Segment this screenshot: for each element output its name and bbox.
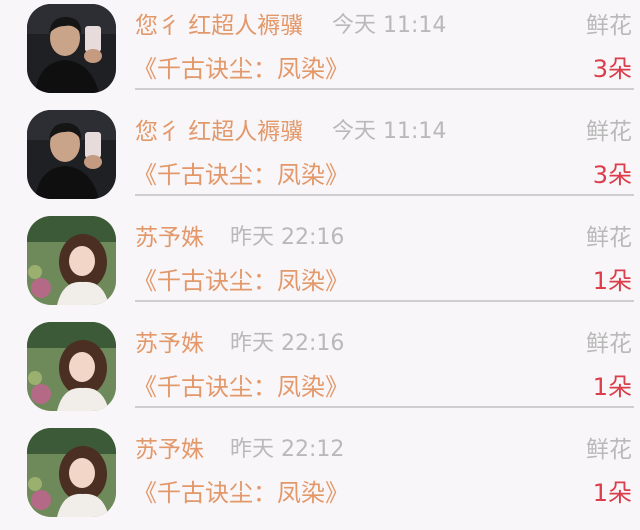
avatar[interactable] xyxy=(27,428,116,517)
send-time: 昨天 22:12 xyxy=(230,437,345,462)
gift-count: 3朵 xyxy=(592,55,632,83)
gift-count: 3朵 xyxy=(592,161,632,189)
send-time: 今天 11:14 xyxy=(332,13,447,38)
woman-avatar-icon xyxy=(27,322,116,411)
book-title: 《千古诀尘：凤染》 xyxy=(133,267,349,295)
book-title: 《千古诀尘：凤染》 xyxy=(133,55,349,83)
avatar[interactable] xyxy=(27,322,116,411)
avatar[interactable] xyxy=(27,216,116,305)
sender-name: 苏予姝 xyxy=(135,225,204,251)
book-title: 《千古诀尘：凤染》 xyxy=(133,373,349,401)
gift-name: 鲜花 xyxy=(586,225,632,251)
man-avatar-icon xyxy=(27,4,116,93)
sender-name: 您彳 红超人褥骥 xyxy=(135,13,304,39)
send-time: 昨天 22:16 xyxy=(230,225,345,250)
list-item[interactable]: 苏予姝 昨天 22:12 鲜花 《千古诀尘：凤染》 1朵 xyxy=(0,424,640,530)
woman-avatar-icon xyxy=(27,216,116,305)
gift-name: 鲜花 xyxy=(586,119,632,145)
gift-name: 鲜花 xyxy=(586,13,632,39)
send-time: 今天 11:14 xyxy=(332,119,447,144)
gift-count: 1朵 xyxy=(592,267,632,295)
avatar[interactable] xyxy=(27,110,116,199)
divider xyxy=(135,194,634,196)
divider xyxy=(135,88,634,90)
sender-name: 您彳 红超人褥骥 xyxy=(135,119,304,145)
list-item[interactable]: 苏予姝 昨天 22:16 鲜花 《千古诀尘：凤染》 1朵 xyxy=(0,318,640,424)
list-item[interactable]: 您彳 红超人褥骥 今天 11:14 鲜花 《千古诀尘：凤染》 3朵 xyxy=(0,106,640,212)
woman-avatar-icon xyxy=(27,428,116,517)
man-avatar-icon xyxy=(27,110,116,199)
send-time: 昨天 22:16 xyxy=(230,331,345,356)
avatar[interactable] xyxy=(27,4,116,93)
sender-name: 苏予姝 xyxy=(135,331,204,357)
gift-name: 鲜花 xyxy=(586,331,632,357)
gift-record-list: 您彳 红超人褥骥 今天 11:14 鲜花 《千古诀尘：凤染》 3朵 您彳 红超人… xyxy=(0,0,640,517)
gift-count: 1朵 xyxy=(592,479,632,507)
gift-name: 鲜花 xyxy=(586,437,632,463)
book-title: 《千古诀尘：凤染》 xyxy=(133,479,349,507)
gift-count: 1朵 xyxy=(592,373,632,401)
list-item[interactable]: 您彳 红超人褥骥 今天 11:14 鲜花 《千古诀尘：凤染》 3朵 xyxy=(0,0,640,106)
sender-name: 苏予姝 xyxy=(135,437,204,463)
list-item[interactable]: 苏予姝 昨天 22:16 鲜花 《千古诀尘：凤染》 1朵 xyxy=(0,212,640,318)
divider xyxy=(135,406,634,408)
divider xyxy=(135,300,634,302)
book-title: 《千古诀尘：凤染》 xyxy=(133,161,349,189)
